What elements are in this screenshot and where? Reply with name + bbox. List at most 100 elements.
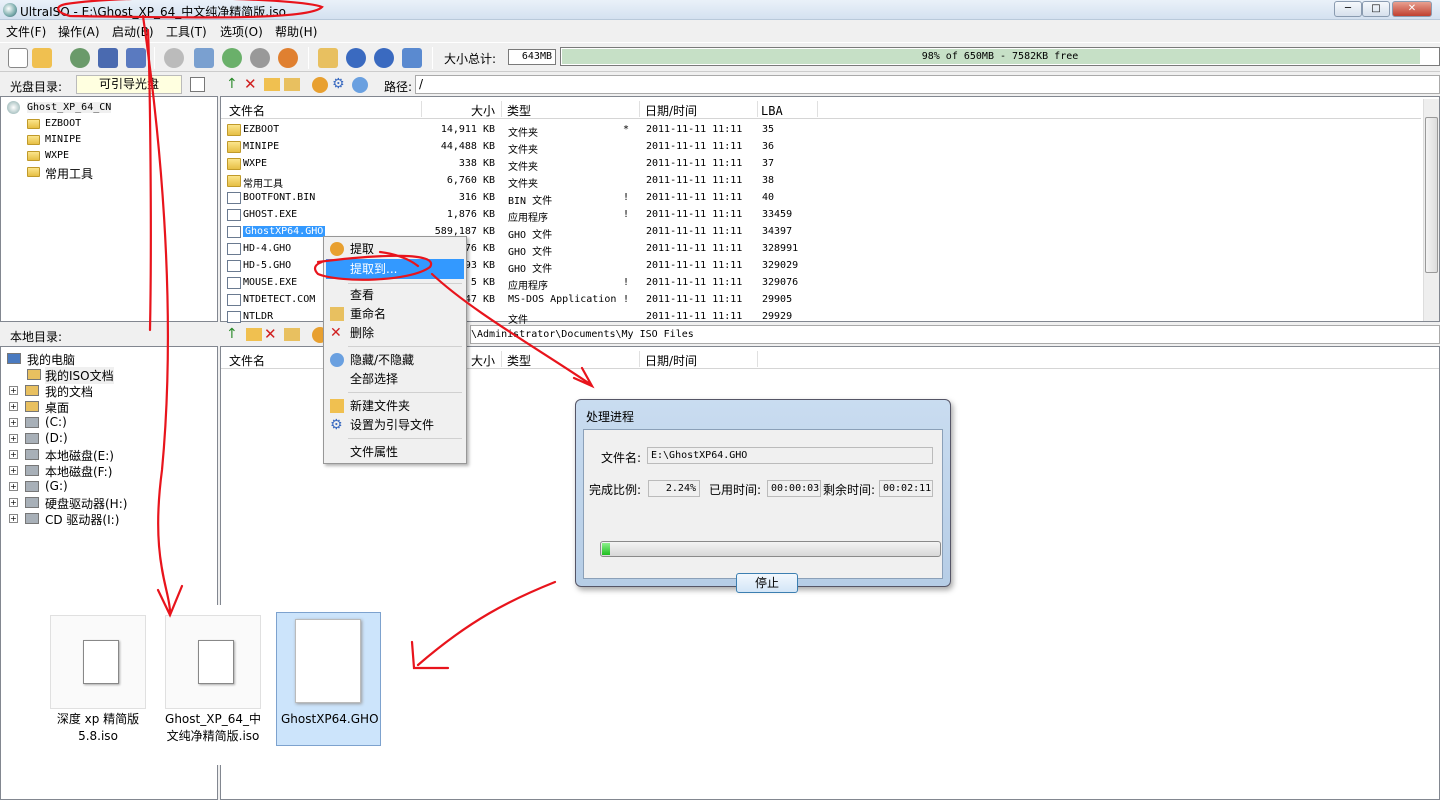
expand-icon[interactable]: + <box>9 386 18 395</box>
add-files-icon[interactable] <box>312 77 328 93</box>
tree-root[interactable]: Ghost_XP_64_CN <box>27 102 112 113</box>
menu-item-hide[interactable]: 隐藏/不隐藏 <box>326 350 464 370</box>
progress-dialog: 处理进程 文件名: E:\GhostXP64.GHO 完成比例: 2.24% 已… <box>575 399 951 593</box>
expand-icon[interactable]: + <box>9 450 18 459</box>
refresh-icon[interactable] <box>352 77 368 93</box>
table-row[interactable]: HD-4.GHO 76 KB GHO 文件 2011-11-11 11:11 32899… <box>223 241 823 258</box>
expand-icon[interactable]: + <box>9 418 18 427</box>
cell-name: GHOST.EXE <box>243 209 298 220</box>
table-row[interactable]: BOOTFONT.BIN 316 KB BIN 文件! 2011-11-11 11:1… <box>223 190 823 207</box>
file-tile-gho[interactable]: GhostXP64.GHO <box>276 612 381 746</box>
disc-tree: Ghost_XP_64_CN EZBOOT MINIPE WXPE 常用工具 <box>0 96 218 322</box>
drive-icon <box>25 497 39 508</box>
make-image-icon[interactable] <box>194 48 214 68</box>
menu-boot[interactable]: 启动(B) <box>112 23 154 40</box>
tree-item[interactable]: 常用工具 <box>45 165 93 182</box>
tree-item[interactable]: MINIPE <box>45 134 81 145</box>
save-icon[interactable] <box>98 48 118 68</box>
file-icon <box>227 311 241 323</box>
local-path-field[interactable]: \Administrator\Documents\My ISO Files <box>470 325 1440 344</box>
file-tile-iso2[interactable]: Ghost_XP_64_中文纯净精简版.iso <box>165 615 261 747</box>
menu-separator <box>348 438 462 439</box>
ratio-label: 完成比例: <box>589 483 642 497</box>
open-cd-icon[interactable] <box>70 48 90 68</box>
col-size[interactable]: 大小 <box>471 102 495 119</box>
menu-item-select-all[interactable]: 全部选择 <box>326 369 464 389</box>
new-folder-icon[interactable] <box>246 328 262 341</box>
expand-icon[interactable]: + <box>9 466 18 475</box>
bootable-disc-field[interactable]: 可引导光盘 <box>76 75 182 94</box>
menu-item-new-folder[interactable]: 新建文件夹 <box>326 396 464 416</box>
table-row[interactable]: 常用工具 6,760 KB 文件夹 2011-11-11 11:11 38 <box>223 173 823 190</box>
scrollbar-thumb[interactable] <box>1425 117 1438 273</box>
delete-icon[interactable]: ✕ <box>244 75 257 93</box>
expand-icon[interactable]: + <box>9 434 18 443</box>
help-icon[interactable] <box>374 48 394 68</box>
burn-icon[interactable] <box>164 48 184 68</box>
options-icon[interactable] <box>318 48 338 68</box>
menu-tools[interactable]: 工具(T) <box>166 23 207 40</box>
boot-check-icon[interactable] <box>190 77 205 92</box>
menu-item-extract-to[interactable]: 提取到... <box>326 259 464 279</box>
tree-item[interactable]: EZBOOT <box>45 118 81 129</box>
settings-gear-icon[interactable]: ⚙ <box>332 76 345 92</box>
menu-item-extract[interactable]: 提取 <box>326 239 464 259</box>
menu-item-properties[interactable]: 文件属性 <box>326 442 464 462</box>
info-icon[interactable] <box>346 48 366 68</box>
compress-icon[interactable] <box>222 48 242 68</box>
vertical-scrollbar[interactable] <box>1423 99 1439 321</box>
expand-icon[interactable]: + <box>9 498 18 507</box>
delete-icon[interactable]: ✕ <box>264 325 277 343</box>
col-date[interactable]: 日期/时间 <box>645 102 697 119</box>
table-row[interactable]: NTDETECT.COM 47 KB MS-DOS Application! 2011… <box>223 292 823 309</box>
close-button[interactable]: ✕ <box>1392 1 1432 17</box>
save-as-icon[interactable] <box>126 48 146 68</box>
mount-icon[interactable] <box>250 48 270 68</box>
col-type[interactable]: 类型 <box>507 102 531 119</box>
table-row[interactable]: GHOST.EXE 1,876 KB 应用程序! 2011-11-11 11:11 33… <box>223 207 823 224</box>
open-icon[interactable] <box>32 48 52 68</box>
new-folder-icon[interactable] <box>264 78 280 91</box>
rename-icon[interactable] <box>284 78 300 91</box>
cell-date: 2011-11-11 11:11 <box>646 277 743 288</box>
table-row[interactable]: GhostXP64.GHO 589,187 KB GHO 文件 2011-11-11 … <box>223 224 823 241</box>
delete-icon: ✕ <box>330 325 342 341</box>
virtual-drive-icon[interactable] <box>278 48 298 68</box>
col-name[interactable]: 文件名 <box>229 352 265 369</box>
size-total-value: 643MB <box>508 49 556 65</box>
rename-icon[interactable] <box>284 328 300 341</box>
expand-icon[interactable]: + <box>9 514 18 523</box>
col-type[interactable]: 类型 <box>507 352 531 369</box>
drive-icon <box>25 449 39 460</box>
menu-action[interactable]: 操作(A) <box>58 23 100 40</box>
maximize-button[interactable]: □ <box>1362 1 1390 17</box>
table-row[interactable]: MOUSE.EXE 5 KB 应用程序! 2011-11-11 11:11 329076 <box>223 275 823 292</box>
stop-button[interactable]: 停止 <box>736 573 798 593</box>
up-icon[interactable]: ↑ <box>226 76 238 92</box>
exit-icon[interactable] <box>402 48 422 68</box>
file-tile-iso1[interactable]: 深度 xp 精简版 5.8.iso <box>50 615 146 747</box>
minimize-button[interactable]: ─ <box>1334 1 1362 17</box>
col-date[interactable]: 日期/时间 <box>645 352 697 369</box>
menu-item-set-boot[interactable]: ⚙ 设置为引导文件 <box>326 415 464 435</box>
table-row[interactable]: HD-5.GHO 93 KB GHO 文件 2011-11-11 11:11 32902… <box>223 258 823 275</box>
menu-item-view[interactable]: 查看 <box>326 285 464 305</box>
table-row[interactable]: EZBOOT 14,911 KB 文件夹 * 2011-11-11 11:11 35 <box>223 122 823 139</box>
menu-item-rename[interactable]: 重命名 <box>326 304 464 324</box>
menu-help[interactable]: 帮助(H) <box>275 23 317 40</box>
table-row[interactable]: WXPE 338 KB 文件夹 2011-11-11 11:11 37 <box>223 156 823 173</box>
menu-item-delete[interactable]: ✕ 删除 <box>326 323 464 343</box>
expand-icon[interactable]: + <box>9 402 18 411</box>
expand-icon[interactable]: + <box>9 482 18 491</box>
menu-options[interactable]: 选项(O) <box>220 23 263 40</box>
table-row[interactable]: MINIPE 44,488 KB 文件夹 2011-11-11 11:11 36 <box>223 139 823 156</box>
menu-file[interactable]: 文件(F) <box>6 23 46 40</box>
tree-item[interactable]: WXPE <box>45 150 69 161</box>
local-dir-label: 本地目录: <box>10 330 63 344</box>
col-size[interactable]: 大小 <box>471 352 495 369</box>
col-name[interactable]: 文件名 <box>229 102 265 119</box>
path-field[interactable]: / <box>415 75 1440 94</box>
up-icon[interactable]: ↑ <box>226 326 238 342</box>
new-icon[interactable] <box>8 48 28 68</box>
col-lba[interactable]: LBA <box>761 104 783 118</box>
